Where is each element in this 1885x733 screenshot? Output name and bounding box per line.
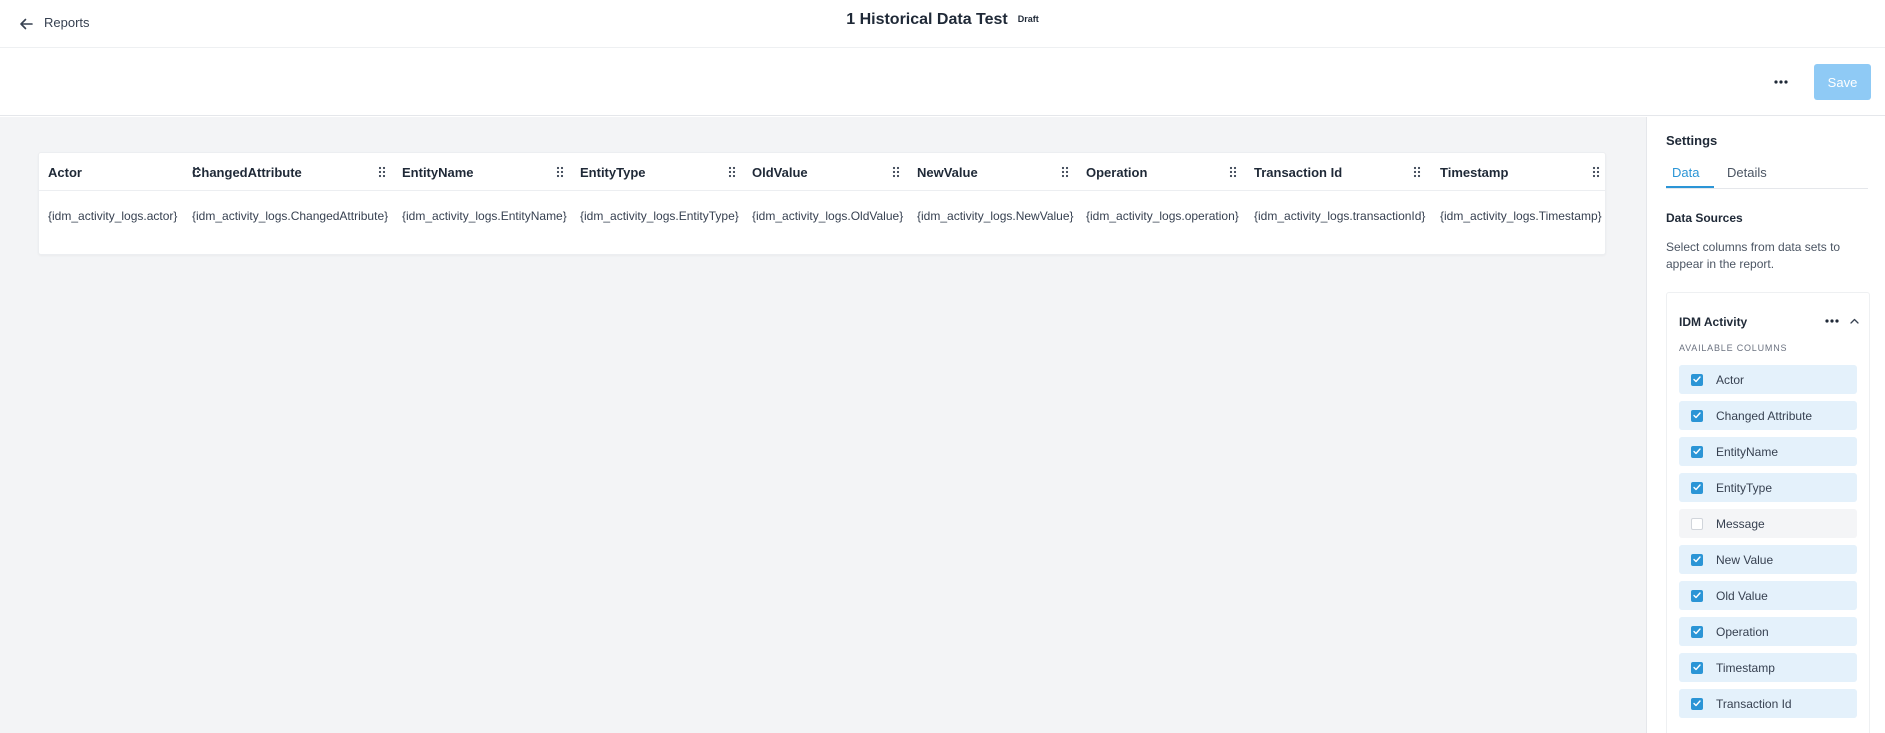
table-cell: {idm_activity_logs.actor} <box>48 209 178 223</box>
data-sources-description: Select columns from data sets to appear … <box>1666 240 1841 271</box>
active-tab-indicator <box>1666 186 1714 188</box>
data-sources-title: Data Sources <box>1666 211 1743 225</box>
checkbox-checked-icon[interactable] <box>1691 553 1703 566</box>
column-header-entityname[interactable]: EntityName <box>402 153 474 191</box>
column-header-oldvalue[interactable]: OldValue <box>752 153 808 191</box>
report-table: Actor ChangedAttribute EntityName Entity… <box>38 152 1606 255</box>
page-title: 1 Historical Data Test <box>846 11 1008 28</box>
data-source-more-icon[interactable] <box>1821 311 1843 331</box>
column-header-changedattribute[interactable]: ChangedAttribute <box>192 153 302 191</box>
column-header-newvalue[interactable]: NewValue <box>917 153 978 191</box>
column-checkbox-item[interactable]: Operation <box>1679 617 1857 646</box>
table-cell: {idm_activity_logs.Timestamp} <box>1440 209 1602 223</box>
checkbox-checked-icon[interactable] <box>1691 445 1703 458</box>
table-cell: {idm_activity_logs.operation} <box>1086 209 1239 223</box>
data-source-card: IDM Activity AVAILABLE COLUMNS Actor Chan… <box>1666 292 1870 733</box>
top-bar: Reports 1 Historical Data Test Draft <box>0 0 1885 48</box>
column-checkbox-label: Message <box>1716 516 1765 531</box>
column-header-actor[interactable]: Actor <box>48 153 82 191</box>
column-checkbox-item[interactable]: Timestamp <box>1679 653 1857 682</box>
checkbox-checked-icon[interactable] <box>1691 625 1703 638</box>
available-columns-label: AVAILABLE COLUMNS <box>1679 343 1788 353</box>
column-header-timestamp[interactable]: Timestamp <box>1440 153 1508 191</box>
checkbox-checked-icon[interactable] <box>1691 697 1703 710</box>
table-cell: {idm_activity_logs.NewValue} <box>917 209 1074 223</box>
report-canvas: Actor ChangedAttribute EntityName Entity… <box>0 117 1647 733</box>
column-checkbox-label: Timestamp <box>1716 660 1775 675</box>
column-header-label: Transaction Id <box>1254 164 1343 180</box>
table-cell: {idm_activity_logs.EntityType} <box>580 209 739 223</box>
column-checkbox-label: Transaction Id <box>1716 696 1792 711</box>
column-checkbox-item[interactable]: Message <box>1679 509 1857 538</box>
column-checkbox-label: EntityType <box>1716 480 1773 495</box>
tab-data[interactable]: Data <box>1672 165 1699 180</box>
checkbox-checked-icon[interactable] <box>1691 409 1703 422</box>
column-header-operation[interactable]: Operation <box>1086 153 1147 191</box>
data-source-name: IDM Activity <box>1679 315 1748 329</box>
column-checkbox-item[interactable]: Actor <box>1679 365 1857 394</box>
checkbox-checked-icon[interactable] <box>1691 661 1703 674</box>
column-checkbox-item[interactable]: Changed Attribute <box>1679 401 1857 430</box>
column-checkbox-item[interactable]: New Value <box>1679 545 1857 574</box>
table-cell: {idm_activity_logs.ChangedAttribute} <box>192 209 389 223</box>
column-header-label: Timestamp <box>1440 164 1509 180</box>
column-checkbox-label: Old Value <box>1716 588 1768 603</box>
column-header-label: OldValue <box>752 164 808 180</box>
column-header-label: EntityType <box>580 164 646 180</box>
settings-tabs: Data Details <box>1666 157 1868 189</box>
column-checkbox-label: New Value <box>1716 552 1774 567</box>
column-checkbox-item[interactable]: Transaction Id <box>1679 689 1857 718</box>
column-header-label: ChangedAttribute <box>192 164 302 180</box>
column-header-label: EntityName <box>402 164 474 180</box>
column-checkbox-label: Operation <box>1716 624 1769 639</box>
save-button[interactable]: Save <box>1814 64 1871 100</box>
settings-title: Settings <box>1666 133 1718 148</box>
checkbox-checked-icon[interactable] <box>1691 481 1703 494</box>
column-checkbox-label: EntityName <box>1716 444 1779 459</box>
table-cell: {idm_activity_logs.transactionId} <box>1254 209 1426 223</box>
chevron-up-icon[interactable] <box>1845 311 1863 331</box>
column-checkbox-item[interactable]: EntityName <box>1679 437 1857 466</box>
tab-details[interactable]: Details <box>1727 165 1767 180</box>
column-header-entitytype[interactable]: EntityType <box>580 153 646 191</box>
action-bar: Save <box>0 48 1885 116</box>
table-header-row: Actor ChangedAttribute EntityName Entity… <box>39 153 1605 191</box>
checkbox-unchecked-icon[interactable] <box>1691 517 1703 530</box>
table-cell: {idm_activity_logs.OldValue} <box>752 209 904 223</box>
table-cell: {idm_activity_logs.EntityName} <box>402 209 567 223</box>
column-header-label: Actor <box>48 164 82 180</box>
more-options-icon[interactable] <box>1768 70 1794 94</box>
column-header-label: NewValue <box>917 164 978 180</box>
column-checkbox-label: Actor <box>1716 372 1745 387</box>
title-group: 1 Historical Data Test Draft <box>0 11 1885 29</box>
column-checkbox-item[interactable]: Old Value <box>1679 581 1857 610</box>
checkbox-checked-icon[interactable] <box>1691 373 1703 386</box>
settings-panel: Settings Data Details Data Sources Selec… <box>1648 117 1885 733</box>
column-header-label: Operation <box>1086 164 1148 180</box>
column-checkbox-item[interactable]: EntityType <box>1679 473 1857 502</box>
column-checkbox-label: Changed Attribute <box>1716 408 1813 423</box>
status-badge: Draft <box>1017 14 1039 24</box>
column-header-transaction-id[interactable]: Transaction Id <box>1254 153 1342 191</box>
checkbox-checked-icon[interactable] <box>1691 589 1703 602</box>
